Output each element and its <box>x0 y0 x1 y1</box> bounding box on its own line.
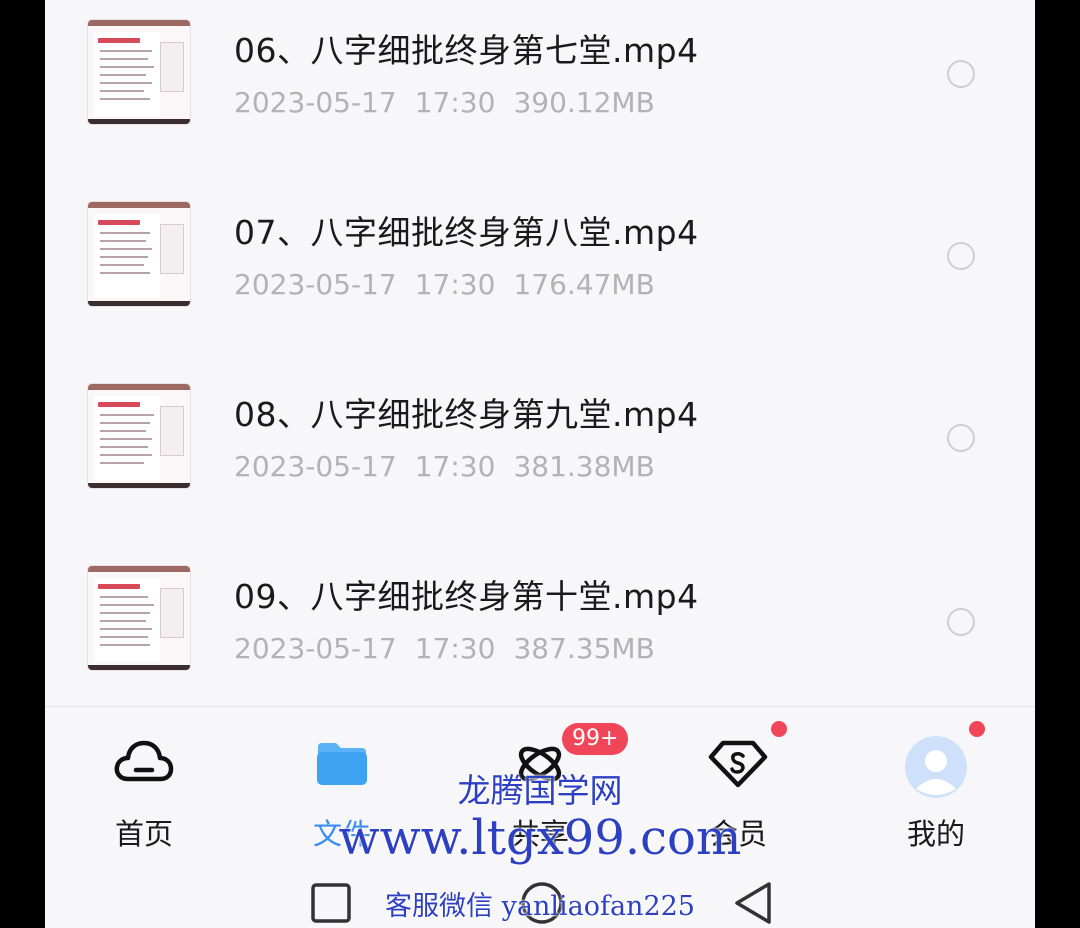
file-row[interactable]: 06、八字细批终身第七堂.mp4 2023-05-17 17:30 390.12MB <box>45 0 1035 182</box>
file-row[interactable]: 08、八字细批终身第九堂.mp4 2023-05-17 17:30 381.38MB <box>45 364 1035 546</box>
watermark-site-name: 龙腾国学网 <box>457 771 623 810</box>
file-row[interactable]: 09、八字细批终身第十堂.mp4 2023-05-17 17:30 387.35MB <box>45 546 1035 728</box>
select-radio[interactable] <box>947 424 975 452</box>
file-meta: 2023-05-17 17:30 387.35MB <box>234 632 673 665</box>
vip-notification-dot <box>771 721 787 737</box>
file-meta: 2023-05-17 17:30 176.47MB <box>234 268 673 301</box>
file-row[interactable]: 07、八字细批终身第八堂.mp4 2023-05-17 17:30 176.47MB <box>45 182 1035 364</box>
file-date: 2023-05-17 <box>234 450 397 483</box>
file-size: 381.38MB <box>513 450 655 483</box>
file-time: 17:30 <box>414 86 496 119</box>
select-radio[interactable] <box>947 60 975 88</box>
file-size: 387.35MB <box>513 632 655 665</box>
video-thumbnail <box>88 384 190 488</box>
file-name: 06、八字细批终身第七堂.mp4 <box>234 31 699 70</box>
file-date: 2023-05-17 <box>234 86 397 119</box>
file-time: 17:30 <box>414 632 496 665</box>
file-size: 176.47MB <box>513 268 655 301</box>
video-thumbnail <box>88 202 190 306</box>
video-thumbnail <box>88 566 190 670</box>
file-size: 390.12MB <box>513 86 655 119</box>
file-list: 06、八字细批终身第七堂.mp4 2023-05-17 17:30 390.12MB… <box>45 0 1035 706</box>
file-time: 17:30 <box>414 268 496 301</box>
file-name: 07、八字细批终身第八堂.mp4 <box>234 213 699 252</box>
file-meta: 2023-05-17 17:30 390.12MB <box>234 86 673 119</box>
file-meta: 2023-05-17 17:30 381.38MB <box>234 450 673 483</box>
share-badge: 99+ <box>562 723 629 755</box>
me-notification-dot <box>969 721 985 737</box>
video-thumbnail <box>88 20 190 124</box>
select-radio[interactable] <box>947 608 975 636</box>
file-name: 08、八字细批终身第九堂.mp4 <box>234 395 699 434</box>
file-date: 2023-05-17 <box>234 632 397 665</box>
watermark-url: www.ltgx99.com <box>338 810 742 866</box>
watermark-contact: 客服微信 yanliaofan225 <box>385 891 695 922</box>
file-name: 09、八字细批终身第十堂.mp4 <box>234 577 699 616</box>
file-date: 2023-05-17 <box>234 268 397 301</box>
file-time: 17:30 <box>414 450 496 483</box>
select-radio[interactable] <box>947 242 975 270</box>
